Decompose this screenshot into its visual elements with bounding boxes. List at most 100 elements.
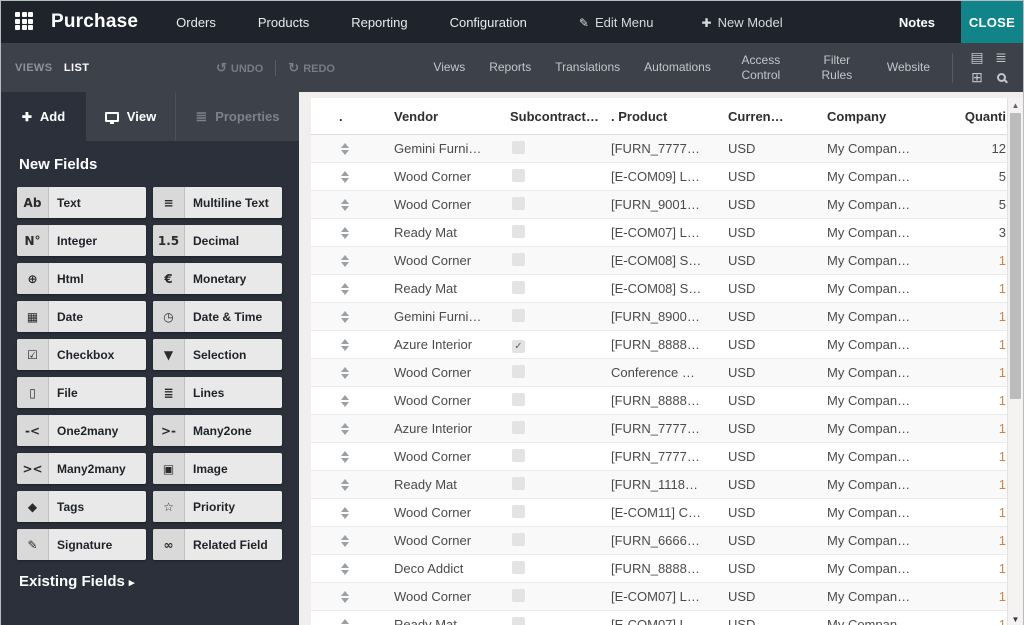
subcontract-checkbox[interactable]: ✓ [512,340,525,353]
subcontract-checkbox[interactable]: ✓ [512,281,525,294]
column-header-quantity[interactable]: Quanti [926,109,1008,124]
subcontract-checkbox[interactable]: ✓ [512,561,525,574]
undo-button[interactable]: ↺UNDO [216,60,263,76]
drag-handle-icon[interactable] [341,143,349,155]
subcontract-checkbox[interactable]: ✓ [512,169,525,182]
subcontract-checkbox[interactable]: ✓ [512,449,525,462]
table-row[interactable]: Wood Corner ✓ [E-COM08] S… USD My Compan… [311,247,1008,275]
drag-handle-icon[interactable] [341,507,349,519]
tab-properties[interactable]: ≣Properties [176,92,299,141]
tab-views[interactable]: Views [433,60,465,75]
field-button-priority[interactable]: ☆ Priority [153,491,282,522]
subcontract-checkbox[interactable]: ✓ [512,365,525,378]
subcontract-checkbox[interactable]: ✓ [512,141,525,154]
scroll-up-icon[interactable]: ▲ [1008,98,1023,112]
drag-handle-icon[interactable] [341,423,349,435]
table-row[interactable]: Wood Corner ✓ [FURN_9001… USD My Compan…… [311,191,1008,219]
table-row[interactable]: Ready Mat ✓ [E-COM08] S… USD My Compan… … [311,275,1008,303]
subcontract-checkbox[interactable]: ✓ [512,477,525,490]
tab-filter-rules[interactable]: Filter Rules [811,53,863,83]
tab-website[interactable]: Website [887,60,930,75]
list-view-icon[interactable]: ≣ [989,48,1013,68]
menu-configuration[interactable]: Configuration [450,15,527,30]
column-header-company[interactable]: Company [823,109,926,124]
drag-handle-icon[interactable] [341,619,349,625]
drag-handle-icon[interactable] [341,591,349,603]
field-button-date[interactable]: ▦ Date [17,301,146,332]
field-button-selection[interactable]: ▼ Selection [153,339,282,370]
table-row[interactable]: Wood Corner ✓ [FURN_7777… USD My Compan…… [311,443,1008,471]
table-row[interactable]: Azure Interior ✓ [FURN_8888… USD My Comp… [311,331,1008,359]
drag-handle-icon[interactable] [341,535,349,547]
field-button-many2one[interactable]: >- Many2one [153,415,282,446]
column-header-handle[interactable]: . [311,109,391,124]
field-button-tags[interactable]: ◆ Tags [17,491,146,522]
menu-orders[interactable]: Orders [176,15,216,30]
table-row[interactable]: Wood Corner ✓ Conference … USD My Compan… [311,359,1008,387]
subcontract-checkbox[interactable]: ✓ [512,393,525,406]
tab-reports[interactable]: Reports [489,60,531,75]
vertical-scrollbar[interactable]: ▲ ▼ [1007,98,1023,625]
menu-reporting[interactable]: Reporting [351,15,407,30]
drag-handle-icon[interactable] [341,283,349,295]
subcontract-checkbox[interactable]: ✓ [512,505,525,518]
breadcrumb-views[interactable]: VIEWS [15,62,52,74]
scrollbar-thumb[interactable] [1010,113,1021,399]
form-view-icon[interactable]: ▤ [965,48,989,68]
subcontract-checkbox[interactable]: ✓ [512,589,525,602]
field-button-monetary[interactable]: € Monetary [153,263,282,294]
table-row[interactable]: Wood Corner ✓ [E-COM09] L… USD My Compan… [311,163,1008,191]
tab-translations[interactable]: Translations [555,60,620,75]
table-row[interactable]: Wood Corner ✓ [FURN_6666… USD My Compan…… [311,527,1008,555]
subcontract-checkbox[interactable]: ✓ [512,617,525,625]
redo-button[interactable]: ↻REDO [288,60,335,76]
drag-handle-icon[interactable] [341,451,349,463]
kanban-view-icon[interactable]: ⊞ [965,68,989,88]
field-button-multiline-text[interactable]: ≡ Multiline Text [153,187,282,218]
drag-handle-icon[interactable] [341,199,349,211]
drag-handle-icon[interactable] [341,339,349,351]
drag-handle-icon[interactable] [341,171,349,183]
subcontract-checkbox[interactable]: ✓ [512,253,525,266]
table-row[interactable]: Azure Interior ✓ [FURN_7777… USD My Comp… [311,415,1008,443]
field-button-date-time[interactable]: ◷ Date & Time [153,301,282,332]
column-header-product[interactable]: . Product [611,109,726,124]
field-button-decimal[interactable]: 1.5 Decimal [153,225,282,256]
field-button-many2many[interactable]: >< Many2many [17,453,146,484]
field-button-signature[interactable]: ✎ Signature [17,529,146,560]
scroll-down-icon[interactable]: ▼ [1008,612,1023,625]
notes-button[interactable]: Notes [899,15,935,30]
drag-handle-icon[interactable] [341,479,349,491]
apps-grid-icon[interactable] [15,12,35,32]
tab-automations[interactable]: Automations [644,60,711,75]
field-button-checkbox[interactable]: ☑ Checkbox [17,339,146,370]
search-icon[interactable] [989,68,1013,88]
tab-add[interactable]: ✚Add [1,92,86,141]
table-row[interactable]: Wood Corner ✓ [E-COM07] L… USD My Compan… [311,583,1008,611]
existing-fields-toggle[interactable]: Existing Fields▸ [19,573,283,590]
drag-handle-icon[interactable] [341,255,349,267]
field-button-html[interactable]: ⊕ Html [17,263,146,294]
tab-view[interactable]: View [86,92,176,141]
menu-products[interactable]: Products [258,15,309,30]
field-button-lines[interactable]: ≣ Lines [153,377,282,408]
drag-handle-icon[interactable] [341,367,349,379]
subcontract-checkbox[interactable]: ✓ [512,533,525,546]
column-header-currency[interactable]: Curren… [726,109,823,124]
new-model-button[interactable]: ✚New Model [702,15,783,30]
column-header-subcontract[interactable]: Subcontract… [508,109,611,124]
table-row[interactable]: Wood Corner ✓ [E-COM11] C… USD My Compan… [311,499,1008,527]
subcontract-checkbox[interactable]: ✓ [512,225,525,238]
field-button-text[interactable]: Ab Text [17,187,146,218]
table-row[interactable]: Ready Mat ✓ [E-COM07] L… USD My Compan… … [311,219,1008,247]
field-button-file[interactable]: ▯ File [17,377,146,408]
table-row[interactable]: Gemini Furni… ✓ [FURN_7777… USD My Compa… [311,135,1008,163]
close-studio-button[interactable]: CLOSE [961,1,1023,43]
table-row[interactable]: Gemini Furni… ✓ [FURN_8900… USD My Compa… [311,303,1008,331]
column-header-vendor[interactable]: Vendor [391,109,508,124]
drag-handle-icon[interactable] [341,395,349,407]
field-button-related-field[interactable]: ∞ Related Field [153,529,282,560]
tab-access-control[interactable]: Access Control [735,53,787,83]
table-row[interactable]: Wood Corner ✓ [FURN_8888… USD My Compan…… [311,387,1008,415]
table-row[interactable]: Ready Mat ✓ [E-COM07] L… USD My Compan… … [311,611,1008,625]
